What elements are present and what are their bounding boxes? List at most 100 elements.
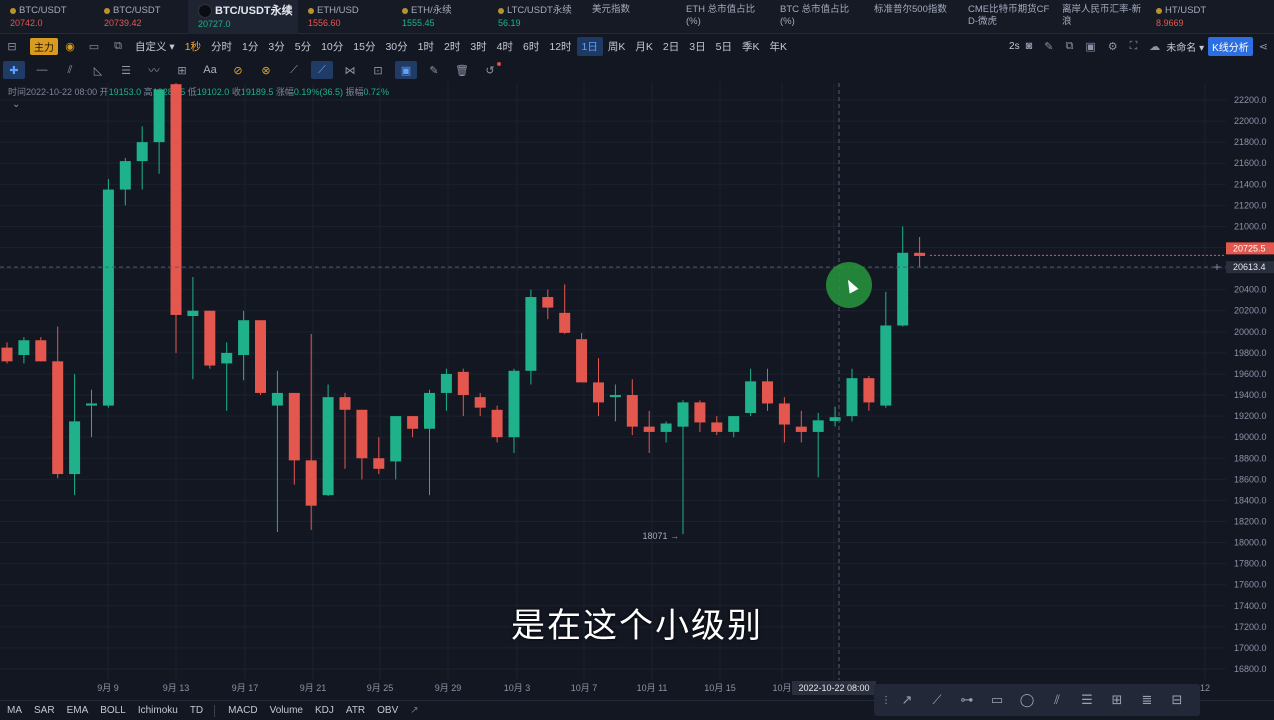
crosshair-icon[interactable]: ✚ <box>3 61 25 79</box>
price-axis[interactable]: 16800.017000.017200.017400.017600.017800… <box>1226 83 1274 680</box>
ticker-tab[interactable]: BTC 总市值占比 (%) <box>770 0 864 34</box>
ticker-name-text: ETH 总市值占比 (%) <box>686 4 756 27</box>
timeframe-button[interactable]: 分时 <box>206 37 237 56</box>
fib-icon[interactable]: ☰ <box>115 61 137 79</box>
indicator-button[interactable]: SAR <box>34 705 55 716</box>
hide-drawings-icon[interactable]: ▣ <box>395 61 417 79</box>
wave-icon[interactable]: 〰 <box>143 61 165 79</box>
channel-icon[interactable]: ⫽ <box>59 61 81 79</box>
favorite-tool-icon[interactable]: ↺ <box>479 61 501 79</box>
ticker-tab[interactable]: LTC/USDT永续 56.19 <box>488 0 582 34</box>
timeframe-button[interactable]: 1分 <box>237 37 263 56</box>
layout-name-dropdown[interactable]: 未命名 ▾ <box>1166 39 1204 54</box>
segment-icon[interactable]: ⟋ <box>924 688 950 712</box>
timeframe-button[interactable]: 2时 <box>439 37 465 56</box>
edit-icon[interactable]: ✎ <box>423 61 445 79</box>
timeframe-button[interactable]: 5分 <box>290 37 316 56</box>
indicator-button[interactable]: Volume <box>270 705 303 716</box>
timeframe-button[interactable]: 15分 <box>348 37 380 56</box>
ticker-tab[interactable]: CME比特币期货CF D-微虎 <box>958 0 1052 34</box>
ticker-tab[interactable]: 离岸人民币汇率-新浪 <box>1052 0 1146 34</box>
triangle-icon[interactable]: ◺ <box>87 61 109 79</box>
refresh-interval[interactable]: 2s <box>1009 41 1020 52</box>
ticker-tab[interactable]: ETH 总市值占比 (%) <box>676 0 770 34</box>
drag-handle-icon[interactable]: ⋮ <box>881 688 891 712</box>
timeframe-button[interactable]: 6时 <box>518 37 544 56</box>
trendline-icon[interactable]: — <box>31 61 53 79</box>
lock-icon[interactable]: ⊡ <box>367 61 389 79</box>
ticker-tab[interactable]: BTC/USDT 20739.42 <box>94 0 188 34</box>
magic-line-icon[interactable]: ⟋ <box>311 61 333 79</box>
fib-ext-icon[interactable]: ⊟ <box>1164 688 1190 712</box>
crosshair-price-label: 20613.4 <box>1233 262 1266 272</box>
ticker-tab[interactable]: 美元指数 <box>582 0 676 34</box>
camera-icon[interactable]: ◙ <box>1026 40 1033 52</box>
price-range-icon[interactable]: ⊶ <box>954 688 980 712</box>
timeframe-button[interactable]: 3日 <box>684 37 710 56</box>
horizontal-lines-icon[interactable]: ☰ <box>1074 688 1100 712</box>
layout-icon[interactable]: ⊟ <box>5 39 19 53</box>
candle-body <box>626 395 638 427</box>
indicator-button[interactable]: EMA <box>67 705 89 716</box>
ruler-icon[interactable]: ⟋ <box>283 61 305 79</box>
draw-icon[interactable]: ✎ <box>1044 40 1053 53</box>
timeframe-button[interactable]: 10分 <box>316 37 348 56</box>
timeframe-button[interactable]: 季K <box>737 37 765 56</box>
trash-icon[interactable]: 🗑 <box>451 61 473 79</box>
indicator-button[interactable]: KDJ <box>315 705 334 716</box>
date-range-icon[interactable]: ⊞ <box>1104 688 1130 712</box>
main-force-button[interactable]: 主力 <box>30 37 58 55</box>
settings-icon[interactable]: ⚙ <box>1108 40 1118 53</box>
candlestick-chart[interactable]: 18071 → + <box>0 83 1226 680</box>
indicator-button[interactable]: BOLL <box>100 705 126 716</box>
ticker-tab[interactable]: 标准普尔500指数 <box>864 0 958 34</box>
indicator-button[interactable]: Ichimoku <box>138 705 178 716</box>
price-tick-label: 22000.0 <box>1234 116 1267 126</box>
chart-settings-icon[interactable]: ⧉ <box>111 39 125 53</box>
indicator-button[interactable]: MA <box>7 705 22 716</box>
timeframe-button[interactable]: 12时 <box>544 37 576 56</box>
share-icon[interactable]: ⋖ <box>1259 40 1268 53</box>
custom-interval-dropdown[interactable]: 自定义 ▾ <box>130 37 180 56</box>
indicator-button[interactable]: MACD <box>228 705 257 716</box>
timeframe-button[interactable]: 4时 <box>492 37 518 56</box>
coin-icon[interactable]: ◉ <box>63 39 77 53</box>
fib-retrace-icon[interactable]: ≣ <box>1134 688 1160 712</box>
ticker-tab[interactable]: ETH/USD 1556.60 <box>298 0 392 34</box>
indicator-button[interactable]: TD <box>190 705 203 716</box>
cloud-icon[interactable]: ☁ <box>1149 40 1160 53</box>
ticker-tab[interactable]: ETH/永续 1555.45 <box>392 0 488 34</box>
parallel-icon[interactable]: ⫽ <box>1044 688 1070 712</box>
image-icon[interactable]: ▣ <box>1085 40 1095 53</box>
tf-1s[interactable]: 1秒 <box>180 37 206 56</box>
timeframe-button[interactable]: 1日 <box>576 36 603 56</box>
ticker-tab[interactable]: BTC/USDT 20742.0 <box>0 0 94 34</box>
time-tick-label: 10月 15 <box>704 683 736 693</box>
measure-icon[interactable]: ⊞ <box>171 61 193 79</box>
timeframe-button[interactable]: 3分 <box>263 37 289 56</box>
timeframe-button[interactable]: 30分 <box>380 37 412 56</box>
kline-analysis-button[interactable]: K线分析 <box>1208 36 1253 56</box>
magnet-icon[interactable]: ⊗ <box>255 61 277 79</box>
ray-icon[interactable]: ↗ <box>894 688 920 712</box>
popout-icon[interactable]: ⧉ <box>1065 40 1073 53</box>
ticker-tab[interactable]: HT/USDT 8.9669 <box>1146 0 1240 34</box>
timeframe-button[interactable]: 年K <box>764 37 792 56</box>
ticker-tab[interactable]: BTC/USDT永续 20727.0 <box>188 0 298 34</box>
timeframe-button[interactable]: 3时 <box>465 37 491 56</box>
timeframe-button[interactable]: 1时 <box>413 37 439 56</box>
indicator-button[interactable]: ATR <box>346 705 365 716</box>
text-icon[interactable]: Aa <box>199 61 221 79</box>
timeframe-button[interactable]: 周K <box>603 37 631 56</box>
rectangle-icon[interactable]: ▭ <box>984 688 1010 712</box>
indicator-button[interactable]: OBV <box>377 705 398 716</box>
timeframe-button[interactable]: 2日 <box>658 37 684 56</box>
stay-drawing-icon[interactable]: ⋈ <box>339 61 361 79</box>
pattern-icon[interactable]: ⊘ <box>227 61 249 79</box>
fullscreen-icon[interactable]: ⛶ <box>1130 40 1138 53</box>
calendar-icon[interactable]: ▭ <box>87 39 101 53</box>
edit-indicators-icon[interactable]: ↗ <box>410 705 418 716</box>
timeframe-button[interactable]: 5日 <box>711 37 737 56</box>
timeframe-button[interactable]: 月K <box>630 37 658 56</box>
ellipse-icon[interactable]: ◯ <box>1014 688 1040 712</box>
